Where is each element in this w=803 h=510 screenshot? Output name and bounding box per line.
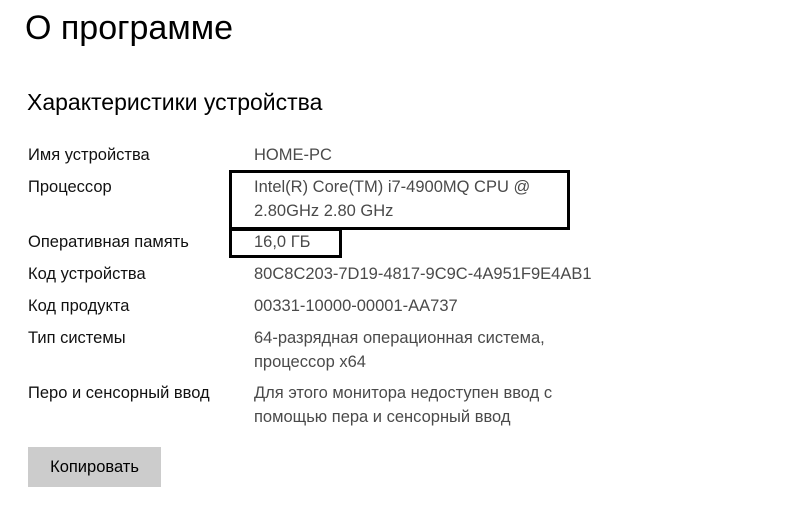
device-id-label: Код устройства (28, 265, 146, 283)
device-id-value: 80C8C203-7D19-4817-9C9C-4A951F9E4AB1 (254, 265, 592, 283)
pen-touch-value-line2: помощью пера и сенсорный ввод (254, 408, 511, 426)
processor-highlight-box (229, 170, 570, 230)
ram-label: Оперативная память (28, 233, 189, 251)
system-type-value-line1: 64-разрядная операционная система, (254, 329, 545, 347)
system-type-value-line2: процессор x64 (254, 353, 366, 371)
pen-touch-value: Для этого монитора недоступен ввод с пом… (254, 381, 552, 429)
product-id-label: Код продукта (28, 297, 130, 315)
device-name-label: Имя устройства (28, 146, 150, 164)
pen-touch-label: Перо и сенсорный ввод (28, 384, 210, 402)
pen-touch-value-line1: Для этого монитора недоступен ввод с (254, 384, 553, 402)
product-id-value: 00331-10000-00001-AA737 (254, 297, 458, 315)
system-type-value: 64-разрядная операционная система, проце… (254, 326, 545, 374)
system-type-label: Тип системы (28, 329, 126, 347)
processor-label: Процессор (28, 178, 112, 196)
page-title: О программе (25, 9, 234, 47)
section-title: Характеристики устройства (27, 89, 323, 115)
device-name-value: HOME-PC (254, 146, 332, 164)
copy-button[interactable]: Копировать (28, 447, 161, 487)
ram-highlight-box (229, 228, 342, 258)
